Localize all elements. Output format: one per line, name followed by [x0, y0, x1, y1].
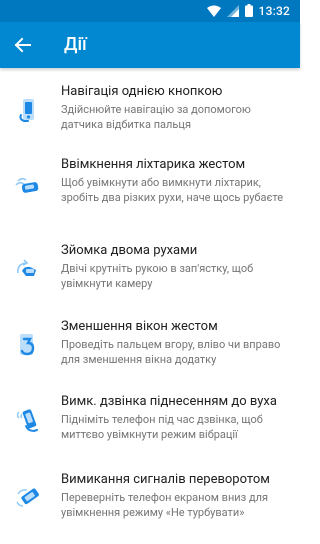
page-title: Дії	[64, 34, 87, 55]
action-item-flip-dnd[interactable]: Вимикання сигналів переворотом Переверні…	[0, 464, 300, 544]
battery-icon	[244, 2, 253, 21]
twist-gesture-icon	[14, 255, 42, 283]
swipe-shrink-icon	[14, 331, 42, 359]
action-description: Двічі крутніть рукою в зап'ястку, щоб ув…	[61, 262, 254, 290]
flip-dnd-icon	[14, 484, 42, 512]
action-description: Щоб увімкнути або вимкнути ліхтарик, зро…	[61, 176, 284, 204]
action-title: Вимк. дзвінка піднесенням до вуха	[61, 394, 277, 409]
fingerprint-nav-icon	[14, 96, 42, 124]
action-description: Переверніть телефон екраном вниз для уві…	[61, 491, 268, 519]
action-item-one-button-nav[interactable]: Навігація однією кнопкою Здійснюйте наві…	[0, 76, 300, 156]
action-title: Ввімкнення ліхтарика жестом	[61, 157, 246, 172]
action-item-lift-to-silence[interactable]: Вимк. дзвінка піднесенням до вуха Піднім…	[0, 386, 300, 466]
status-bar: 13:32	[0, 0, 300, 22]
action-description: Проведіть пальцем вгору, вліво чи вправо…	[61, 338, 281, 366]
status-time: 13:32	[258, 4, 290, 18]
chop-gesture-icon	[14, 171, 42, 199]
signal-icon	[226, 2, 239, 21]
action-title: Зйомка двома рухами	[61, 243, 198, 258]
lift-to-silence-icon	[14, 406, 42, 434]
back-arrow-icon[interactable]	[10, 33, 34, 57]
action-title: Навігація однією кнопкою	[61, 84, 223, 99]
action-description: Здійснюйте навігацію за допомогою датчик…	[61, 103, 251, 131]
action-item-twist-camera[interactable]: Зйомка двома рухами Двічі крутніть рукою…	[0, 235, 300, 315]
action-title: Вимикання сигналів переворотом	[61, 472, 270, 487]
action-description: Підніміть телефон під час дзвінка, щоб м…	[61, 413, 263, 441]
app-bar: Дії	[0, 22, 300, 68]
action-item-flashlight-gesture[interactable]: Ввімкнення ліхтарика жестом Щоб увімкнут…	[0, 149, 300, 229]
actions-list: Навігація однією кнопкою Здійснюйте наві…	[0, 68, 300, 533]
action-title: Зменшення вікон жестом	[61, 319, 218, 334]
action-item-shrink-window[interactable]: Зменшення вікон жестом Проведіть пальцем…	[0, 311, 300, 391]
wifi-icon	[206, 2, 221, 21]
